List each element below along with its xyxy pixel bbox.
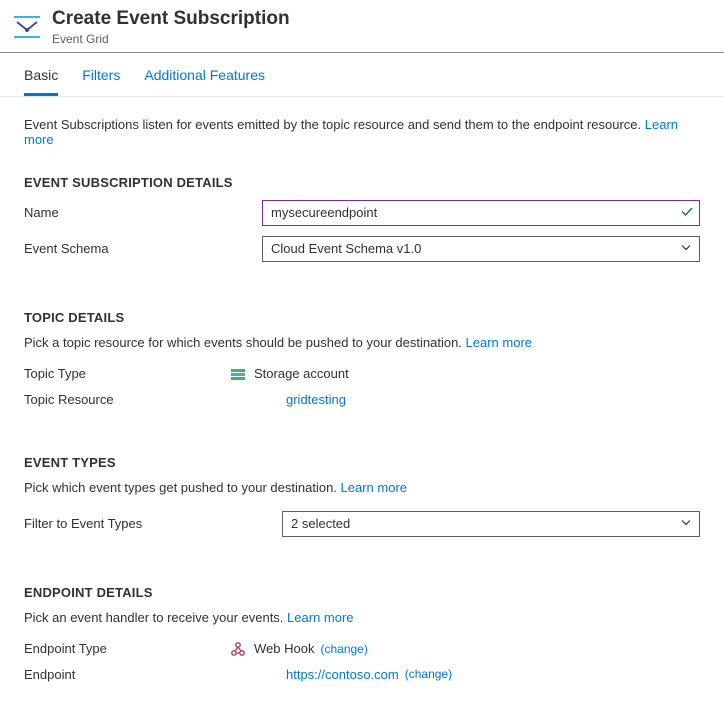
topic-type-value: Storage account bbox=[254, 366, 349, 381]
label-event-schema: Event Schema bbox=[24, 241, 262, 256]
storage-account-icon bbox=[230, 366, 246, 382]
intro-text: Event Subscriptions listen for events em… bbox=[24, 117, 700, 147]
tab-bar: Basic Filters Additional Features bbox=[0, 53, 724, 97]
endpoint-change-link[interactable]: (change) bbox=[405, 667, 452, 681]
tab-content-basic: Event Subscriptions listen for events em… bbox=[0, 97, 724, 712]
endpoint-learn-more-link[interactable]: Learn more bbox=[287, 610, 353, 625]
topic-learn-more-link[interactable]: Learn more bbox=[466, 335, 532, 350]
row-topic-type: Topic Type Storage account bbox=[24, 366, 700, 382]
event-schema-select[interactable]: Cloud Event Schema v1.0 bbox=[262, 236, 700, 262]
name-input[interactable] bbox=[262, 200, 700, 226]
topic-resource-link[interactable]: gridtesting bbox=[286, 392, 346, 407]
webhook-icon bbox=[230, 641, 246, 657]
section-title-subscription: EVENT SUBSCRIPTION DETAILS bbox=[24, 175, 700, 190]
label-topic-type: Topic Type bbox=[24, 366, 230, 381]
event-grid-icon bbox=[12, 12, 42, 42]
tab-filters[interactable]: Filters bbox=[82, 63, 120, 96]
row-endpoint-type: Endpoint Type Web Hook (change) bbox=[24, 641, 700, 657]
event-types-description: Pick which event types get pushed to you… bbox=[24, 480, 700, 495]
endpoint-description: Pick an event handler to receive your ev… bbox=[24, 610, 700, 625]
page-subtitle: Event Grid bbox=[52, 32, 290, 46]
label-endpoint: Endpoint bbox=[24, 667, 262, 682]
row-topic-resource: Topic Resource gridtesting bbox=[24, 392, 700, 407]
endpoint-type-change-link[interactable]: (change) bbox=[320, 642, 367, 656]
row-endpoint: Endpoint https://contoso.com (change) bbox=[24, 667, 700, 682]
label-endpoint-type: Endpoint Type bbox=[24, 641, 230, 656]
row-filter-event-types: Filter to Event Types 2 selected bbox=[24, 511, 700, 537]
topic-description: Pick a topic resource for which events s… bbox=[24, 335, 700, 350]
row-name: Name bbox=[24, 200, 700, 226]
page-title: Create Event Subscription bbox=[52, 8, 290, 31]
endpoint-type-value: Web Hook bbox=[254, 641, 314, 656]
intro-description: Event Subscriptions listen for events em… bbox=[24, 117, 645, 132]
filter-event-types-select[interactable]: 2 selected bbox=[282, 511, 700, 537]
tab-basic[interactable]: Basic bbox=[24, 63, 58, 96]
section-title-endpoint: ENDPOINT DETAILS bbox=[24, 585, 700, 600]
page-header: Create Event Subscription Event Grid bbox=[0, 0, 724, 53]
label-name: Name bbox=[24, 205, 262, 220]
label-filter-event-types: Filter to Event Types bbox=[24, 516, 282, 531]
endpoint-url-link[interactable]: https://contoso.com bbox=[286, 667, 399, 682]
section-title-event-types: EVENT TYPES bbox=[24, 455, 700, 470]
label-topic-resource: Topic Resource bbox=[24, 392, 262, 407]
row-event-schema: Event Schema Cloud Event Schema v1.0 bbox=[24, 236, 700, 262]
event-types-learn-more-link[interactable]: Learn more bbox=[341, 480, 407, 495]
tab-additional-features[interactable]: Additional Features bbox=[144, 63, 265, 96]
section-title-topic: TOPIC DETAILS bbox=[24, 310, 700, 325]
